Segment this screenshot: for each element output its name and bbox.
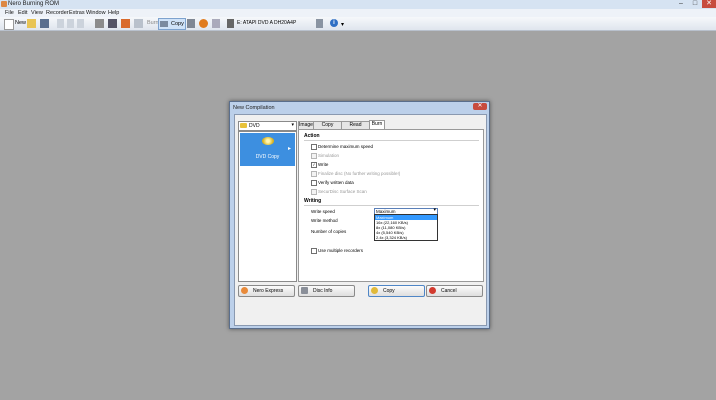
- disc-info-icon: [301, 287, 308, 294]
- securdisc-checkbox[interactable]: [311, 189, 317, 195]
- chevron-down-icon: ▾: [433, 207, 436, 213]
- disc-info-button[interactable]: Disc Info: [298, 285, 355, 297]
- chevron-down-icon: ▾: [291, 122, 294, 128]
- menu-recorder[interactable]: Recorder: [46, 10, 69, 16]
- finalize-label: Finalize disc (No further writing possib…: [318, 171, 401, 176]
- new-button-label[interactable]: New: [15, 20, 26, 26]
- determine-speed-label: Determine maximum speed: [318, 144, 374, 149]
- menu-bar: File Edit View Recorder Extras Window He…: [0, 9, 716, 17]
- drive-icon: [227, 19, 234, 28]
- minimize-button[interactable]: –: [674, 0, 688, 8]
- write-method-label: Write method: [311, 218, 338, 223]
- tab-read-options[interactable]: Read Options: [341, 121, 370, 135]
- tab-image[interactable]: Image: [298, 121, 314, 129]
- cover-designer-icon[interactable]: [187, 19, 195, 28]
- copies-label: Number of copies: [311, 229, 347, 234]
- finalize-checkbox[interactable]: [311, 171, 317, 177]
- speed-option[interactable]: 2.4x (3,324 KB/s): [375, 235, 437, 240]
- burn-button-label[interactable]: Burn: [147, 20, 159, 26]
- new-icon[interactable]: [4, 19, 14, 30]
- menu-edit[interactable]: Edit: [18, 10, 27, 16]
- compilation-list: DVD Copy ▸: [238, 131, 297, 282]
- drive-selector[interactable]: E: ATAPI DVD A DH20A4P: [237, 20, 296, 26]
- menu-window[interactable]: Window: [86, 10, 106, 16]
- cancel-icon: [429, 287, 436, 294]
- copy-action-button[interactable]: Copy: [368, 285, 425, 297]
- simulation-checkbox[interactable]: [311, 153, 317, 159]
- copy-button[interactable]: Copy: [158, 18, 186, 30]
- copy-icon[interactable]: [67, 19, 74, 28]
- multiple-recorders-label: Use multiple recorders: [318, 248, 364, 253]
- menu-file[interactable]: File: [5, 10, 14, 16]
- writing-divider: [304, 205, 479, 206]
- window-title: Nero Burning ROM: [8, 1, 60, 7]
- nero-express-label: Nero Express: [253, 288, 284, 294]
- copy-action-label: Copy: [383, 288, 395, 294]
- dialog-close-button[interactable]: ✕: [473, 103, 487, 110]
- drive-dropdown-icon[interactable]: [316, 19, 323, 28]
- app-icon: [1, 1, 7, 7]
- verify-checkbox[interactable]: [311, 180, 317, 186]
- dvd-icon: [240, 123, 247, 128]
- action-heading: Action: [304, 133, 320, 139]
- menu-help[interactable]: Help: [108, 10, 119, 16]
- new-compilation-dialog: New Compilation ✕ DVD ▾ DVD Copy ▸ Image…: [229, 101, 490, 329]
- securdisc-label: SecurDisc Surface Scan: [318, 189, 367, 194]
- writing-heading: Writing: [304, 198, 322, 204]
- menu-view[interactable]: View: [31, 10, 43, 16]
- database-icon[interactable]: [95, 19, 104, 28]
- write-speed-label: Write speed: [311, 209, 335, 214]
- cut-icon[interactable]: [57, 19, 64, 28]
- erase-icon[interactable]: [134, 19, 143, 28]
- disc-info-label: Disc Info: [313, 288, 333, 294]
- disc-type-value: DVD: [249, 123, 260, 129]
- burn-icon[interactable]: [121, 19, 130, 28]
- close-button[interactable]: ✕: [702, 0, 716, 8]
- menu-extras[interactable]: Extras: [69, 10, 85, 16]
- copy-disc-icon: [160, 21, 168, 27]
- copy-button-label: Copy: [171, 21, 184, 27]
- dvd-copy-icon: [262, 137, 274, 145]
- save-icon[interactable]: [40, 19, 49, 28]
- dialog-title: New Compilation: [233, 105, 275, 111]
- determine-speed-checkbox[interactable]: [311, 144, 317, 150]
- write-checkbox[interactable]: ✓: [311, 162, 317, 168]
- cancel-button[interactable]: Cancel: [426, 285, 483, 297]
- burn-tab-panel: Action Determine maximum speed Simulatio…: [298, 129, 484, 282]
- simulation-label: Simulation: [318, 153, 340, 158]
- dialog-body: DVD ▾ DVD Copy ▸ Image Copy Options Read…: [234, 114, 487, 326]
- cancel-label: Cancel: [441, 288, 457, 294]
- chevron-right-icon: ▸: [288, 146, 292, 152]
- info-icon[interactable]: i: [330, 19, 338, 27]
- nero-express-icon: [241, 287, 248, 294]
- toolbar: New Burn Copy E: ATAPI DVD A DH20A4P i ▾: [0, 17, 716, 31]
- multiple-recorders-checkbox[interactable]: [311, 248, 317, 254]
- copy-disc-icon: [371, 287, 378, 294]
- write-speed-options: Maximum 16x (22,160 KB/s) 8x (11,080 KB/…: [374, 214, 438, 241]
- toolbar-overflow-icon[interactable]: ▾: [341, 21, 344, 28]
- write-label: Write: [318, 162, 329, 167]
- paste-icon[interactable]: [77, 19, 84, 28]
- nero-express-button[interactable]: Nero Express: [238, 285, 295, 297]
- nero-icon[interactable]: [199, 19, 208, 28]
- compilation-item-dvd-copy[interactable]: DVD Copy ▸: [240, 133, 295, 166]
- disc-type-select[interactable]: DVD ▾: [238, 121, 297, 131]
- maximize-button[interactable]: □: [688, 0, 702, 8]
- verify-label: Verify written data: [318, 180, 354, 185]
- open-icon[interactable]: [27, 19, 36, 28]
- action-divider: [304, 140, 479, 141]
- disc-info-icon[interactable]: [108, 19, 117, 28]
- tab-copy-options[interactable]: Copy Options: [313, 121, 342, 135]
- compilation-item-label: DVD Copy: [255, 154, 280, 160]
- window-icon[interactable]: [212, 19, 220, 28]
